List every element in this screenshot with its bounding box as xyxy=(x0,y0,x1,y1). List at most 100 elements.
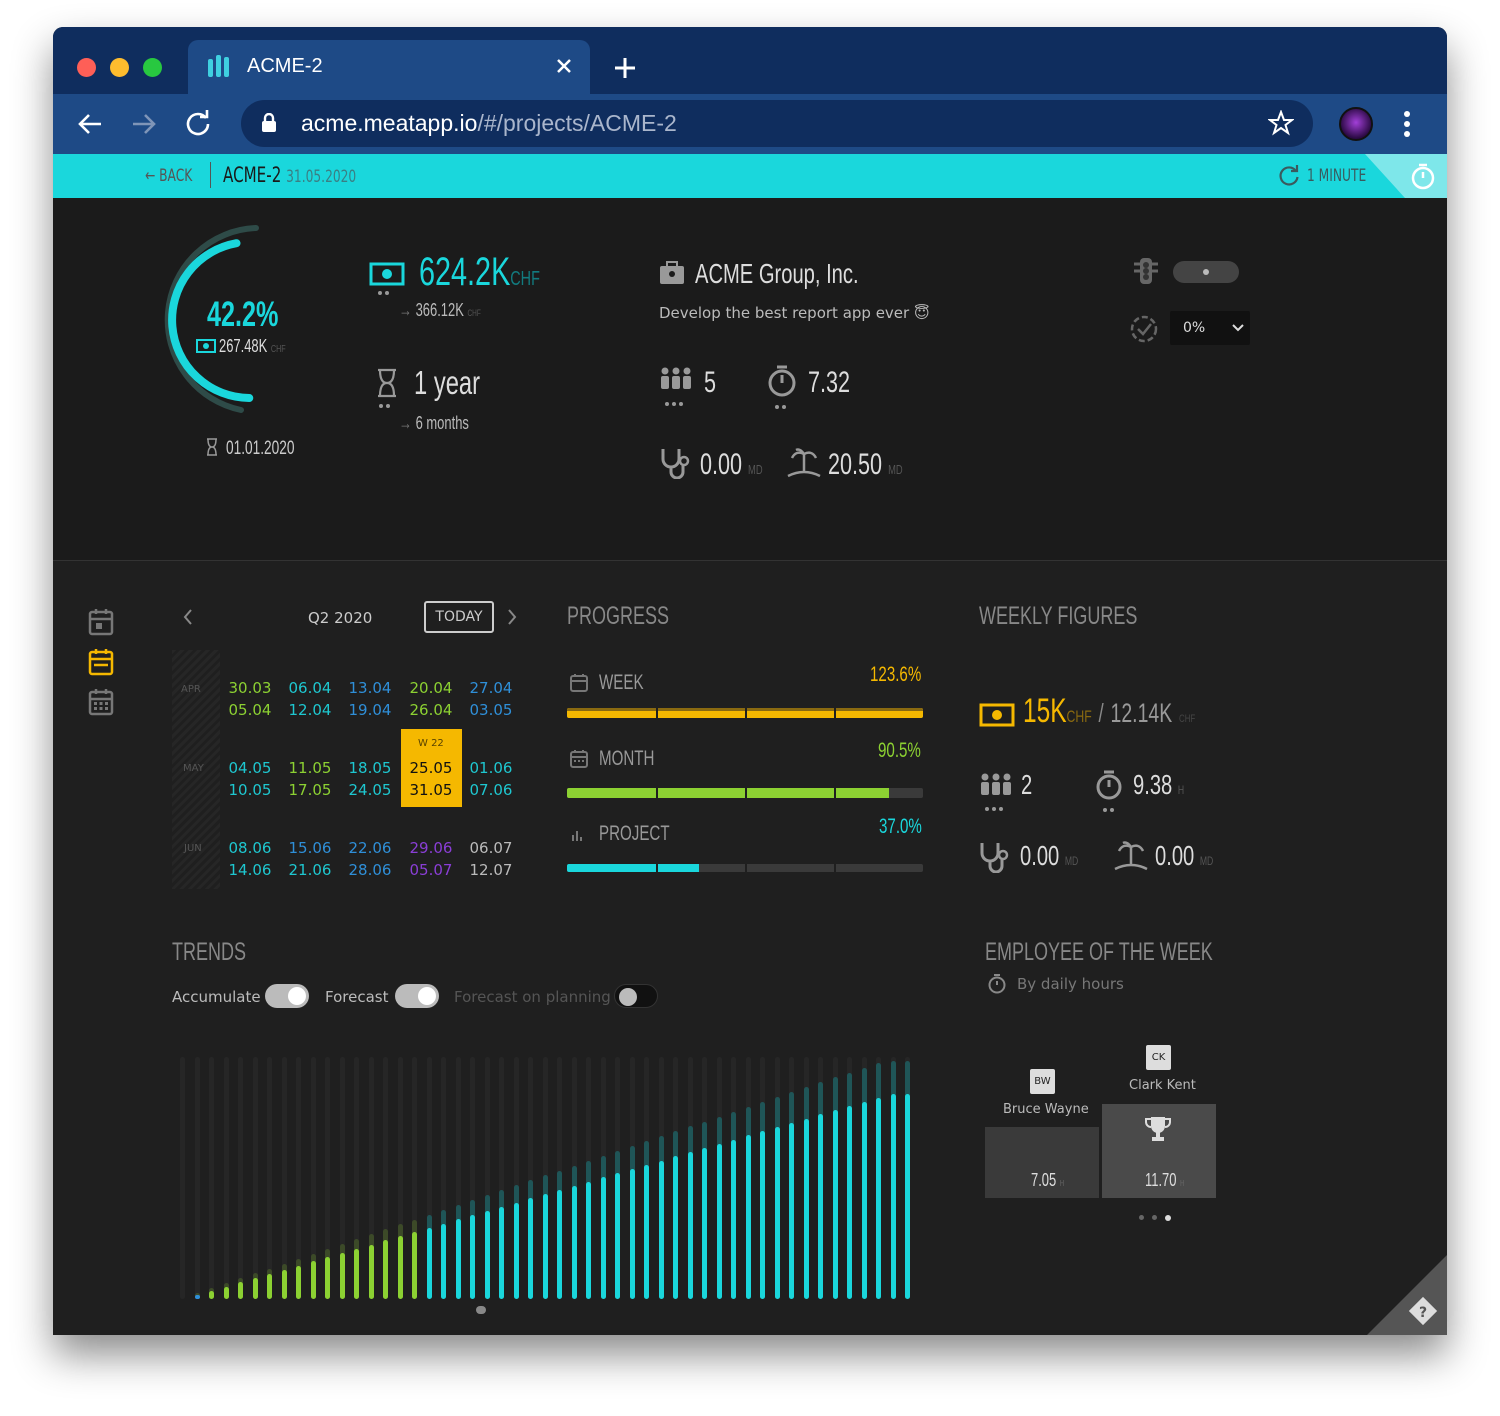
calendar-week-cell[interactable]: 12.07 xyxy=(467,861,515,879)
minimize-window-button[interactable] xyxy=(110,58,129,77)
auto-refresh-icon[interactable] xyxy=(1278,165,1300,187)
reload-icon[interactable] xyxy=(185,110,211,136)
trend-bar-track xyxy=(223,1057,229,1299)
trend-bar xyxy=(397,1236,403,1299)
calendar-week-cell[interactable]: 28.06 xyxy=(346,861,394,879)
calendar-week-cell[interactable]: 12.04 xyxy=(286,701,334,719)
calendar-week-cell[interactable]: 05.07 xyxy=(407,861,455,879)
next-quarter-icon[interactable] xyxy=(505,607,519,627)
project-header: ← BACK ACME-2 31.05.2020 1 MINUTE xyxy=(53,154,1447,198)
weekly-sick: 0.00 xyxy=(1020,840,1060,871)
calendar-week-cell[interactable]: 22.06 xyxy=(346,839,394,857)
progress-tick xyxy=(745,864,747,874)
browser-tab[interactable]: ACME-2 xyxy=(188,40,590,94)
calendar-week-cell[interactable]: 05.04 xyxy=(226,701,274,719)
trend-bar xyxy=(339,1253,345,1299)
calendar-week-cell[interactable]: 13.04 xyxy=(346,679,394,697)
trend-bar xyxy=(803,1118,809,1299)
trend-bar xyxy=(847,1106,852,1299)
prev-quarter-icon[interactable] xyxy=(181,607,195,627)
briefcase-icon xyxy=(660,261,684,284)
employee-unit-ck: H xyxy=(1180,1179,1185,1188)
calendar-week-cell[interactable]: 06.07 xyxy=(467,839,515,857)
sick-days: 0.00 xyxy=(700,448,743,481)
today-button[interactable]: TODAY xyxy=(424,601,494,633)
trend-bar xyxy=(238,1282,243,1299)
calendar-week-cell[interactable]: 10.05 xyxy=(226,781,274,799)
day-view-icon[interactable] xyxy=(88,608,114,638)
profile-avatar[interactable] xyxy=(1339,107,1373,141)
weekly-stethoscope-icon xyxy=(980,843,1009,873)
status-toggle[interactable] xyxy=(1173,261,1239,283)
forecast-toggle[interactable] xyxy=(395,984,439,1008)
new-tab-icon[interactable] xyxy=(614,57,636,79)
bookmark-star-icon[interactable] xyxy=(1268,110,1294,136)
project-code: ACME-2 xyxy=(223,163,282,187)
trend-bar xyxy=(281,1269,287,1299)
calendar-week-cell[interactable]: 27.04 xyxy=(467,679,515,697)
pager-dot-3[interactable] xyxy=(1165,1215,1171,1221)
calendar-week-cell[interactable]: 30.03 xyxy=(226,679,274,697)
trend-bar xyxy=(745,1135,751,1299)
calendar-week-cell[interactable]: 19.04 xyxy=(346,701,394,719)
budget-spent: 366.12K xyxy=(415,300,464,320)
weekly-title: WEEKLY FIGURES xyxy=(979,602,1138,630)
weekly-money-icon xyxy=(979,703,1015,727)
forward-arrow-icon[interactable] xyxy=(131,111,157,137)
calendar-week-cell[interactable]: 21.06 xyxy=(286,861,334,879)
gauge-percent: 42.2% xyxy=(207,295,279,334)
calendar-week-cell[interactable]: 17.05 xyxy=(286,781,334,799)
calendar-week-cell[interactable]: 25.05 xyxy=(407,759,455,777)
employee-avatar-bw[interactable]: BW xyxy=(1030,1069,1055,1094)
tab-bar: ACME-2 xyxy=(53,27,1447,94)
progress-title: PROGRESS xyxy=(567,602,670,630)
browser-menu-icon[interactable] xyxy=(1403,110,1411,138)
weekly-members: 2 xyxy=(1021,769,1033,800)
timer-icon[interactable] xyxy=(1409,162,1437,190)
forecast-planning-toggle[interactable] xyxy=(614,984,658,1008)
employee-avatar-ck[interactable]: CK xyxy=(1146,1045,1171,1070)
calendar-week-cell[interactable]: 26.04 xyxy=(407,701,455,719)
trend-bar-track xyxy=(238,1057,243,1299)
calendar-week-cell[interactable]: 08.06 xyxy=(226,839,274,857)
completion-select[interactable]: 0% xyxy=(1170,311,1250,345)
trend-bar xyxy=(861,1101,867,1299)
weekly-amount: 15K xyxy=(1023,692,1067,730)
maximize-window-button[interactable] xyxy=(143,58,162,77)
money-icon xyxy=(196,339,216,353)
calendar-week-cell[interactable]: 18.05 xyxy=(346,759,394,777)
calendar-week-cell[interactable]: 29.06 xyxy=(407,839,455,857)
close-tab-icon[interactable] xyxy=(556,58,572,74)
trends-title: TRENDS xyxy=(172,938,247,966)
calendar-week-cell[interactable]: 20.04 xyxy=(407,679,455,697)
trend-bar xyxy=(426,1227,432,1299)
calendar-week-cell[interactable]: 11.05 xyxy=(286,759,334,777)
url-field[interactable]: acme.meatapp.io/#/projects/ACME-2 xyxy=(241,100,1313,147)
weekly-separator: / xyxy=(1098,698,1104,728)
calendar-week-cell[interactable]: 04.05 xyxy=(226,759,274,777)
close-window-button[interactable] xyxy=(77,58,96,77)
calendar-week-cell[interactable]: 15.06 xyxy=(286,839,334,857)
help-corner[interactable]: ? xyxy=(1367,1255,1447,1335)
calendar-week-cell[interactable]: 03.05 xyxy=(467,701,515,719)
month-view-icon[interactable] xyxy=(88,688,114,718)
week-view-icon[interactable] xyxy=(88,648,114,678)
accumulate-toggle[interactable] xyxy=(265,984,309,1008)
back-arrow-icon[interactable] xyxy=(77,111,103,137)
calendar-week-cell[interactable]: 14.06 xyxy=(226,861,274,879)
calendar-week-cell[interactable]: 24.05 xyxy=(346,781,394,799)
month-progress-pct: 90.5% xyxy=(878,739,921,762)
weekly-stopwatch-icon xyxy=(1096,770,1122,812)
calendar-week-cell[interactable]: 01.06 xyxy=(467,759,515,777)
sick-unit: MD xyxy=(748,462,763,477)
calendar-week-cell[interactable]: 31.05 xyxy=(407,781,455,799)
calendar-week-cell[interactable]: 07.06 xyxy=(467,781,515,799)
pager-dot-2[interactable] xyxy=(1152,1215,1157,1220)
trophy-icon xyxy=(1145,1117,1171,1141)
back-link[interactable]: ← BACK xyxy=(145,166,211,186)
trend-bar xyxy=(702,1148,707,1299)
pager-dot-1[interactable] xyxy=(1139,1215,1144,1220)
chart-scroll-indicator[interactable] xyxy=(476,1306,486,1314)
calendar-week-cell[interactable]: 06.04 xyxy=(286,679,334,697)
hourglass-small-icon xyxy=(207,438,217,456)
